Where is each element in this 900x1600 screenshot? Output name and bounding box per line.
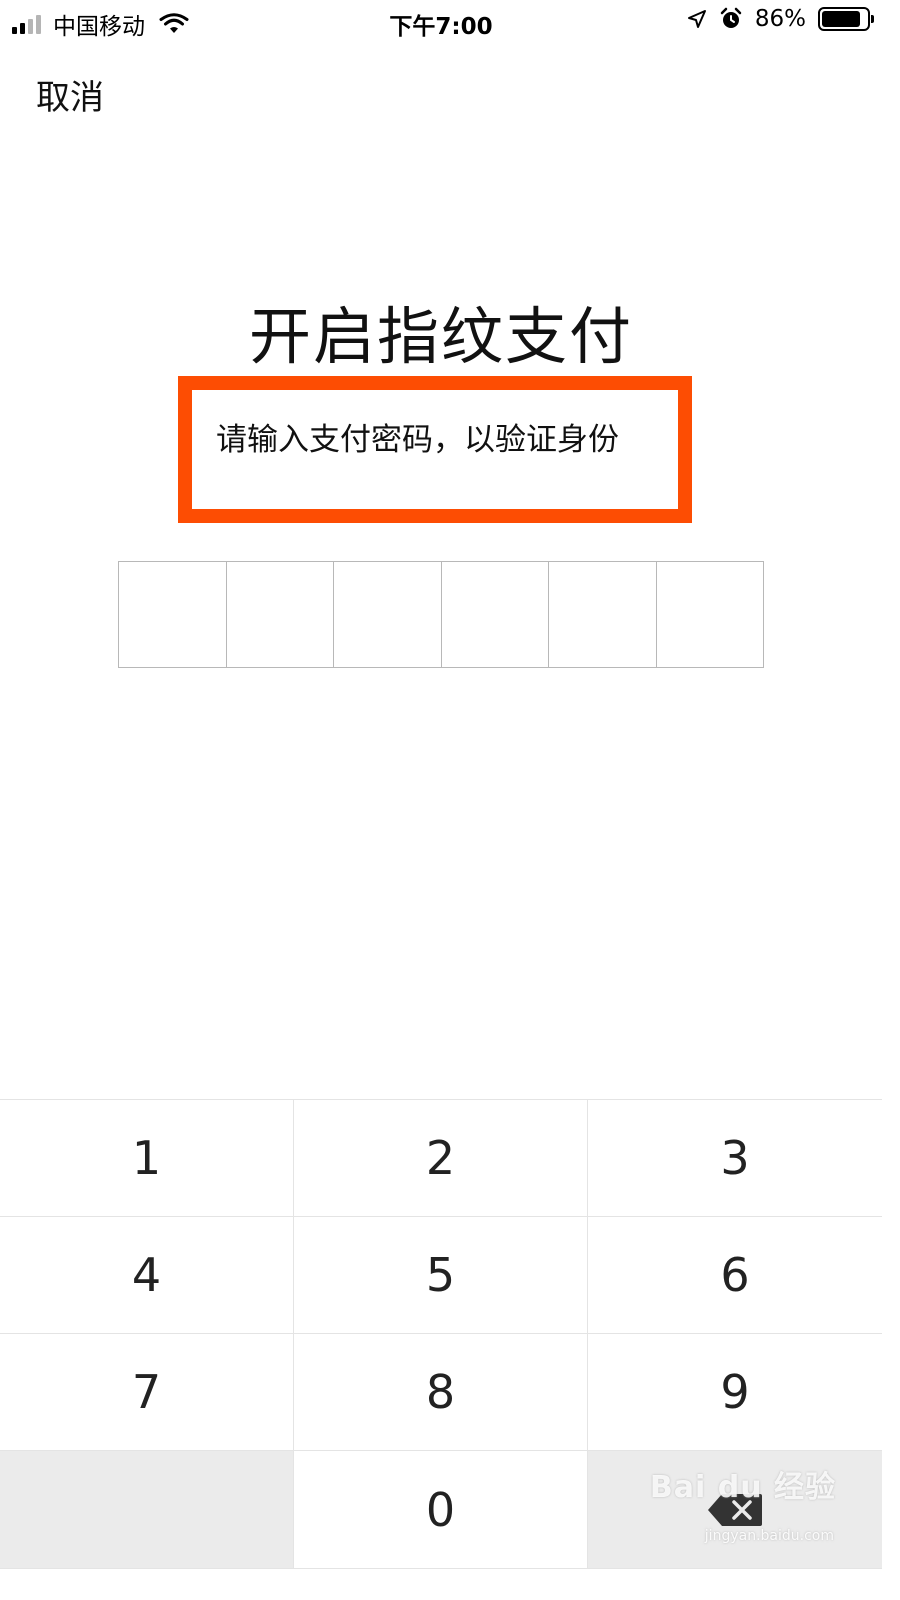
keypad-key-2[interactable]: 2 — [294, 1100, 588, 1217]
keypad-key-4[interactable]: 4 — [0, 1217, 294, 1334]
watermark-logo: Bai du 经验 — [649, 1470, 836, 1505]
pin-digit-box[interactable] — [441, 562, 549, 667]
page-title: 开启指纹支付 — [248, 300, 633, 373]
battery-percent: 86% — [754, 6, 806, 32]
alarm-icon — [720, 7, 742, 28]
keypad-key-1[interactable]: 1 — [0, 1100, 294, 1217]
keypad-empty-key — [0, 1451, 294, 1569]
keypad-key-8[interactable]: 8 — [294, 1334, 588, 1451]
pin-digit-box[interactable] — [656, 562, 763, 667]
status-bar: 中国移动 下午7:00 86% — [0, 0, 882, 44]
highlight-annotation-box: 请输入支付密码，以验证身份 — [178, 376, 692, 523]
battery-fill — [822, 11, 860, 27]
pin-digit-box[interactable] — [549, 562, 657, 667]
pin-digit-box[interactable] — [334, 562, 442, 667]
watermark-url: jingyan.baidu.com — [704, 1528, 834, 1544]
pin-digit-box[interactable] — [119, 562, 227, 667]
subtitle: 请输入支付密码，以验证身份 — [216, 422, 619, 458]
cancel-button[interactable]: 取消 — [36, 70, 104, 119]
screen: 中国移动 下午7:00 86% 取消 开启指纹支付 请输入支付密码，以验证身份 … — [0, 0, 882, 1569]
keypad-key-5[interactable]: 5 — [294, 1217, 588, 1334]
status-right: 86% — [687, 6, 874, 32]
password-input[interactable] — [118, 561, 764, 668]
pin-digit-box[interactable] — [226, 562, 334, 667]
keypad-key-7[interactable]: 7 — [0, 1334, 294, 1451]
keypad-key-6[interactable]: 6 — [588, 1217, 882, 1334]
keypad-key-9[interactable]: 9 — [588, 1334, 882, 1451]
keypad-key-0[interactable]: 0 — [294, 1451, 588, 1569]
battery-icon — [818, 7, 874, 31]
location-arrow-icon — [687, 10, 706, 28]
keypad-key-3[interactable]: 3 — [588, 1100, 882, 1217]
